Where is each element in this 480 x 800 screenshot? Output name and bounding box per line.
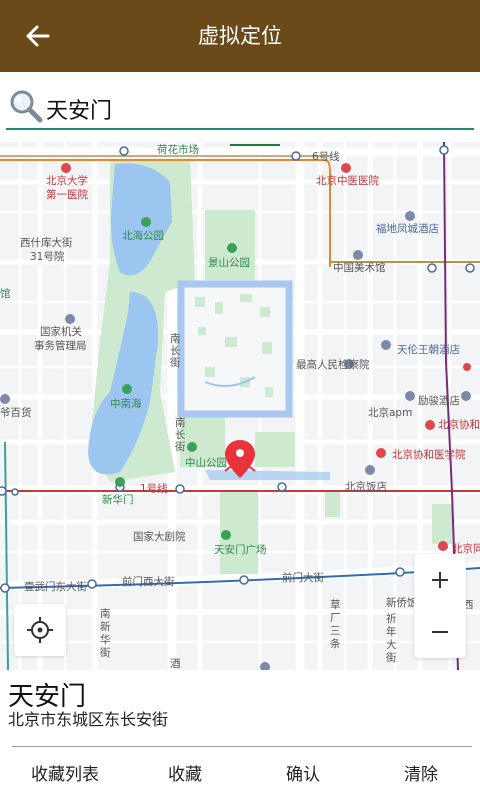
search-input[interactable] <box>46 92 446 126</box>
zoom-controls <box>414 554 466 658</box>
map-label: 福地凤城酒店 <box>376 222 439 235</box>
map-label: 北京协和 <box>438 418 480 431</box>
map-label: 北京apm <box>368 406 412 419</box>
map-label: 长 <box>170 345 181 357</box>
search-icon <box>10 90 43 123</box>
page-title: 虚拟定位 <box>198 24 282 48</box>
map-label: 中山公园 <box>185 456 227 469</box>
map-label: 国家大剧院 <box>133 530 186 543</box>
search-bar <box>0 72 480 142</box>
map-label: 最高人民检察院 <box>296 358 370 371</box>
bottom-bar: 收藏列表 收藏 确认 清除 <box>0 754 480 800</box>
map-label: 事务管理局 <box>34 339 87 352</box>
back-button[interactable] <box>22 20 54 52</box>
map-label: 北京协和医学院 <box>392 448 466 461</box>
map-label: 南 <box>170 332 181 345</box>
map-label: 北京饭店 <box>345 480 387 493</box>
map-label: 中国美术馆 <box>333 261 386 274</box>
map-view[interactable]: 荷花市场 北京大学 第一医院 西什库大街 31号院 北海公园 景山公园 北京中医… <box>0 142 480 670</box>
map-label: 第一医院 <box>46 188 88 201</box>
map-label: 励骏酒店 <box>418 394 460 407</box>
map-label: 厂 <box>330 612 341 624</box>
map-label: 长 <box>175 429 186 441</box>
plus-icon <box>432 572 448 588</box>
map-label: 中南海 <box>110 397 142 410</box>
app-header: 虚拟定位 <box>0 0 480 72</box>
map-label: 前门大街 <box>282 571 324 584</box>
map-label: 北京中医医院 <box>316 174 379 187</box>
map-label: 6号线 <box>312 150 340 163</box>
map-label: 三 <box>330 625 341 637</box>
confirm-button[interactable]: 确认 <box>248 754 358 800</box>
divider <box>12 746 472 747</box>
map-label: 国家机关 <box>40 325 82 338</box>
search-underline <box>6 128 474 130</box>
map-label: 景山公园 <box>208 257 250 269</box>
place-address: 北京市东城区东长安街 <box>8 710 169 729</box>
map-label: 爷百货 <box>0 406 32 419</box>
map-label: 西什库大街 <box>20 236 73 249</box>
map-canvas: 荷花市场 北京大学 第一医院 西什库大街 31号院 北海公园 景山公园 北京中医… <box>0 142 480 670</box>
locate-button[interactable] <box>14 604 66 656</box>
map-label: 31号院 <box>30 250 65 263</box>
map-label: 街 <box>100 646 111 659</box>
zoom-out-button[interactable] <box>414 606 466 658</box>
map-label: 北京大学 <box>46 174 88 187</box>
clear-button[interactable]: 清除 <box>366 754 476 800</box>
zoom-in-button[interactable] <box>414 554 466 606</box>
map-label: 草 <box>330 599 341 611</box>
map-label: 街 <box>386 651 397 664</box>
map-label: 酒 <box>170 657 181 670</box>
favorite-button[interactable]: 收藏 <box>130 754 240 800</box>
map-label: 条 <box>330 637 341 650</box>
map-label: 新 <box>100 620 111 633</box>
map-label: 新华门 <box>102 493 134 506</box>
map-label: 壹武门东大街 <box>24 580 87 593</box>
arrow-left-icon <box>26 25 50 47</box>
map-label: 北海公园 <box>122 229 164 242</box>
map-label: 街 <box>170 356 181 369</box>
favorites-list-button[interactable]: 收藏列表 <box>10 754 120 800</box>
map-label: 街 <box>175 440 186 453</box>
map-label: 华 <box>100 633 111 646</box>
map-label: 荷花市场 <box>157 143 199 156</box>
map-label: 1号线 <box>140 482 168 495</box>
map-label: 馆 <box>0 287 11 300</box>
crosshair-icon <box>27 617 53 643</box>
map-label: 大 <box>386 638 397 651</box>
map-label: 南 <box>100 607 111 620</box>
map-label: 天伦王朝酒店 <box>397 343 460 356</box>
map-label: 前门西大街 <box>122 575 175 588</box>
map-label: 天安门广场 <box>214 543 267 556</box>
map-label: 南 <box>175 416 186 429</box>
map-label: 年 <box>386 625 397 638</box>
minus-icon <box>432 631 448 633</box>
map-label: 祈 <box>386 613 397 625</box>
